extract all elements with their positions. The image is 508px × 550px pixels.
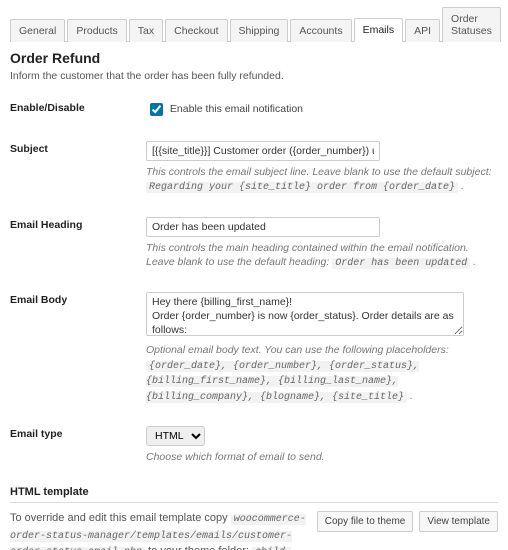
tab-accounts[interactable]: Accounts	[290, 19, 351, 42]
tab-general[interactable]: General	[10, 19, 65, 42]
type-help: Choose which format of email to send.	[146, 450, 498, 464]
type-label: Email type	[10, 422, 146, 482]
type-select[interactable]: HTML	[146, 426, 205, 446]
tab-api[interactable]: API	[405, 19, 440, 42]
heading-label: Email Heading	[10, 213, 146, 289]
enable-checkbox-label: Enable this email notification	[170, 104, 303, 116]
tab-shipping[interactable]: Shipping	[230, 19, 289, 42]
tab-products[interactable]: Products	[67, 19, 126, 42]
tab-emails[interactable]: Emails	[354, 18, 404, 42]
tab-checkout[interactable]: Checkout	[165, 19, 227, 42]
subject-input[interactable]	[146, 141, 380, 161]
heading-help: This controls the main heading contained…	[146, 241, 498, 271]
copy-file-button[interactable]: Copy file to theme	[317, 511, 414, 532]
template-heading: HTML template	[10, 486, 498, 503]
enable-checkbox-wrapper[interactable]: Enable this email notification	[146, 103, 303, 115]
tab-order-statuses[interactable]: Order Statuses	[442, 7, 501, 42]
settings-tabs: GeneralProductsTaxCheckoutShippingAccoun…	[10, 6, 498, 42]
body-label: Email Body	[10, 288, 146, 422]
heading-input[interactable]	[146, 217, 380, 237]
page-title: Order Refund	[10, 50, 498, 66]
view-template-button[interactable]: View template	[419, 511, 498, 532]
enable-label: Enable/Disable	[10, 96, 146, 137]
page-description: Inform the customer that the order has b…	[10, 70, 498, 82]
subject-label: Subject	[10, 137, 146, 213]
subject-help: This controls the email subject line. Le…	[146, 165, 498, 195]
enable-checkbox[interactable]	[150, 103, 163, 116]
template-text: To override and edit this email template…	[10, 511, 311, 550]
body-help: Optional email body text. You can use th…	[146, 343, 498, 404]
tab-tax[interactable]: Tax	[129, 19, 163, 42]
body-textarea[interactable]	[146, 292, 464, 336]
